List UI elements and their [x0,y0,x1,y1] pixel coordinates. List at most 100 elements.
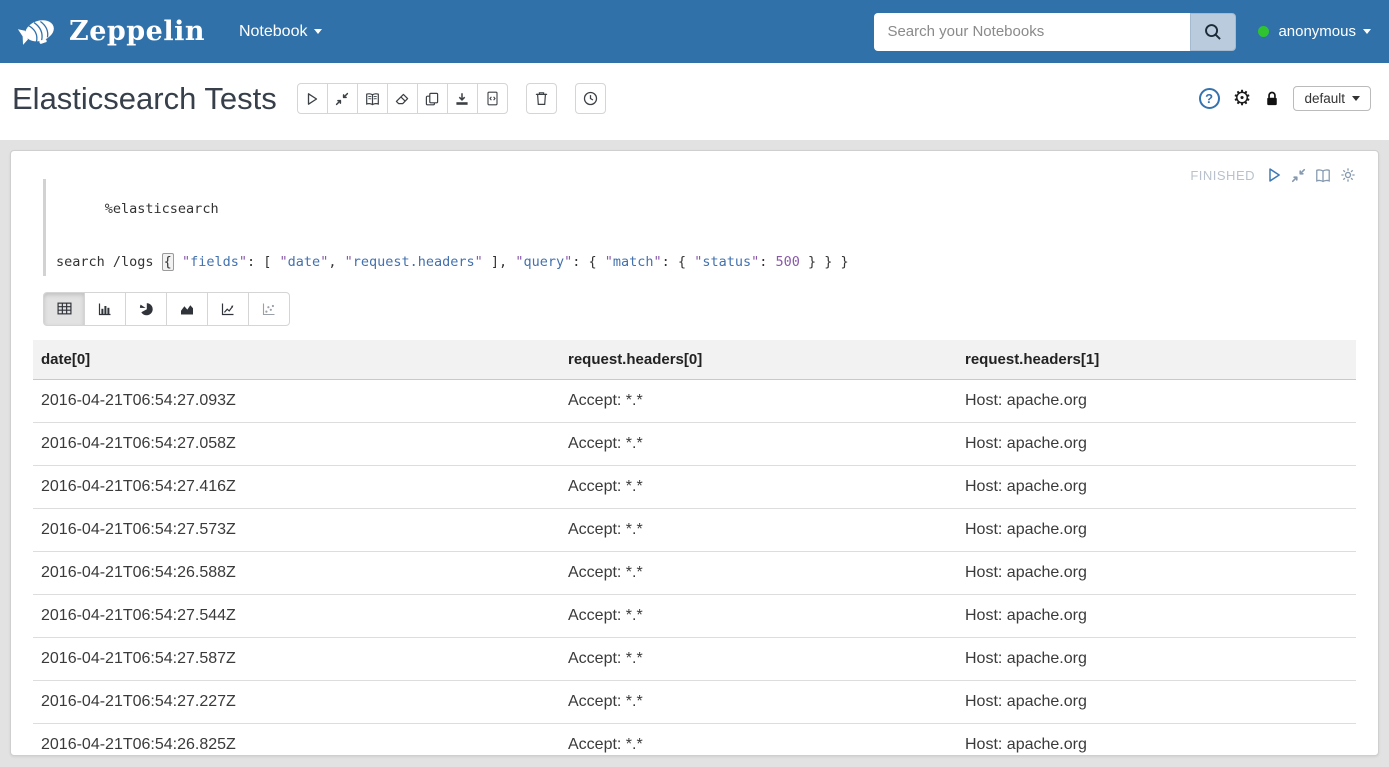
note-titlebar: Elasticsearch Tests [0,63,1389,140]
caret-down-icon [1352,96,1360,101]
result-table: date[0] request.headers[0] request.heade… [33,340,1356,756]
cell-host: Host: apache.org [957,379,1356,422]
table-icon [57,302,72,315]
cell-host: Host: apache.org [957,508,1356,551]
area-chart-icon [180,302,194,316]
revision-label: default [1304,91,1345,106]
visualization-selector [43,292,1378,326]
viz-line-chart-button[interactable] [207,292,249,326]
viz-area-chart-button[interactable] [166,292,208,326]
cell-date: 2016-04-21T06:54:27.416Z [33,465,560,508]
download-icon [455,92,469,106]
table-row: 2016-04-21T06:54:26.588Z Accept: *.* Hos… [33,551,1356,594]
column-header-request-headers-1[interactable]: request.headers[1] [957,340,1356,380]
connection-status-dot [1258,26,1269,37]
table-row: 2016-04-21T06:54:27.573Z Accept: *.* Hos… [33,508,1356,551]
cell-date: 2016-04-21T06:54:27.227Z [33,680,560,723]
cell-accept: Accept: *.* [560,422,957,465]
cell-host: Host: apache.org [957,680,1356,723]
brand-name: Zeppelin [69,16,205,47]
note-title[interactable]: Elasticsearch Tests [12,81,277,117]
compress-icon [335,92,349,106]
cell-date: 2016-04-21T06:54:27.093Z [33,379,560,422]
permissions-lock-icon[interactable] [1264,90,1280,107]
viz-bar-chart-button[interactable] [84,292,126,326]
pie-chart-icon [139,302,153,316]
note-settings-gear-icon[interactable]: ⚙ [1233,88,1252,109]
hide-output-button[interactable] [357,83,388,114]
toggle-editor-button[interactable] [1315,168,1331,183]
search-icon [1204,23,1222,41]
column-header-date[interactable]: date[0] [33,340,560,380]
book-icon [365,92,380,106]
zeppelin-brand[interactable]: Zeppelin [18,15,205,49]
caret-down-icon [1363,29,1371,34]
scatter-chart-icon [262,302,276,316]
search-button[interactable] [1190,13,1236,51]
version-control-button[interactable] [477,83,508,114]
user-menu[interactable]: anonymous [1278,23,1371,40]
table-row: 2016-04-21T06:54:27.544Z Accept: *.* Hos… [33,594,1356,637]
interpreter-binding-dropdown[interactable]: default [1293,86,1371,111]
eraser-icon [395,92,409,106]
trash-icon [535,91,548,106]
viz-table-button[interactable] [43,292,85,326]
hide-code-button[interactable] [327,83,358,114]
cell-host: Host: apache.org [957,594,1356,637]
delete-note-button[interactable] [526,83,557,114]
matched-bracket: { [162,253,174,271]
run-paragraph-button[interactable] [1266,167,1282,183]
table-row: 2016-04-21T06:54:27.416Z Accept: *.* Hos… [33,465,1356,508]
paragraph-controls: FINISHED [1190,167,1356,183]
collapse-paragraph-button[interactable] [1291,168,1306,183]
export-note-button[interactable] [447,83,478,114]
zeppelin-logo-icon [18,15,60,49]
cell-accept: Accept: *.* [560,594,957,637]
cell-date: 2016-04-21T06:54:27.587Z [33,637,560,680]
help-glyph: ? [1205,91,1213,106]
cell-date: 2016-04-21T06:54:26.825Z [33,723,560,756]
cell-date: 2016-04-21T06:54:27.573Z [33,508,560,551]
run-all-button[interactable] [297,83,328,114]
code-line-interpreter: %elasticsearch [56,181,1118,238]
table-row: 2016-04-21T06:54:27.058Z Accept: *.* Hos… [33,422,1356,465]
user-name: anonymous [1278,23,1356,40]
table-header-row: date[0] request.headers[0] request.heade… [33,340,1356,380]
notebook-search [874,13,1236,51]
cell-host: Host: apache.org [957,723,1356,756]
table-row: 2016-04-21T06:54:26.825Z Accept: *.* Hos… [33,723,1356,756]
viz-pie-chart-button[interactable] [125,292,167,326]
viz-scatter-chart-button[interactable] [248,292,290,326]
table-row: 2016-04-21T06:54:27.587Z Accept: *.* Hos… [33,637,1356,680]
scheduler-button[interactable] [575,83,606,114]
help-icon[interactable]: ? [1199,88,1220,109]
paragraph-settings-gear-icon[interactable] [1340,167,1356,183]
caret-down-icon [314,29,322,34]
bar-chart-icon [98,302,112,316]
table-row: 2016-04-21T06:54:27.093Z Accept: *.* Hos… [33,379,1356,422]
table-row: 2016-04-21T06:54:27.227Z Accept: *.* Hos… [33,680,1356,723]
notebook-menu[interactable]: Notebook [239,23,323,41]
code-editor[interactable]: %elasticsearch search /logs { "fields": … [43,179,1118,276]
cell-date: 2016-04-21T06:54:27.058Z [33,422,560,465]
cell-accept: Accept: *.* [560,379,957,422]
cell-host: Host: apache.org [957,637,1356,680]
file-code-icon [486,91,499,106]
clear-output-button[interactable] [387,83,418,114]
paragraph-status: FINISHED [1190,168,1255,183]
cell-host: Host: apache.org [957,422,1356,465]
note-toolbar [297,83,508,114]
cell-accept: Accept: *.* [560,723,957,756]
top-navbar: Zeppelin Notebook anonymous [0,0,1389,63]
clone-note-button[interactable] [417,83,448,114]
line-chart-icon [221,302,235,316]
clone-icon [425,92,439,106]
cell-accept: Accept: *.* [560,465,957,508]
paragraph-card: FINISHED %elasticsea [10,150,1379,756]
search-input[interactable] [874,13,1190,51]
cell-host: Host: apache.org [957,465,1356,508]
column-header-request-headers-0[interactable]: request.headers[0] [560,340,957,380]
cell-accept: Accept: *.* [560,680,957,723]
cell-accept: Accept: *.* [560,551,957,594]
play-icon [305,92,319,106]
